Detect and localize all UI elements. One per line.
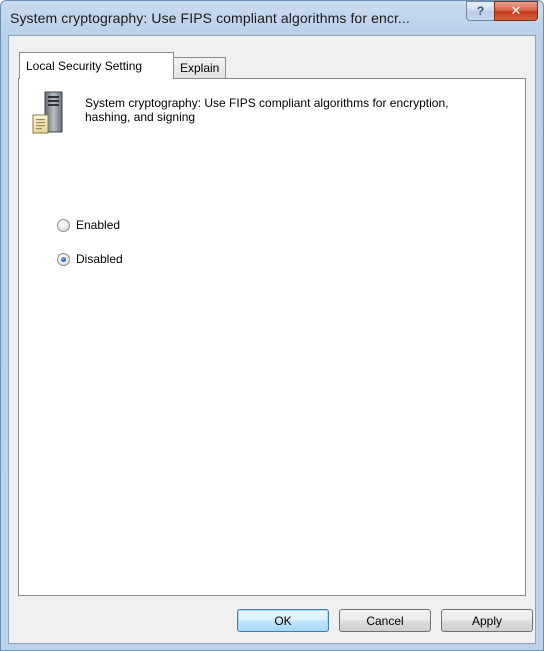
disabled-option[interactable]: Disabled <box>57 252 123 266</box>
title-buttons: ? ✕ <box>466 1 538 21</box>
enabled-radio[interactable] <box>57 218 70 232</box>
cancel-button[interactable]: Cancel <box>339 609 431 632</box>
help-button[interactable]: ? <box>466 1 494 21</box>
tab-local-security-setting[interactable]: Local Security Setting <box>19 52 174 79</box>
disabled-radio[interactable] <box>57 252 70 266</box>
close-button[interactable]: ✕ <box>494 1 538 21</box>
window-title: System cryptography: Use FIPS compliant … <box>10 10 410 26</box>
tab-explain[interactable]: Explain <box>174 57 226 78</box>
help-icon: ? <box>476 4 485 18</box>
ok-button[interactable]: OK <box>237 609 329 632</box>
dialog-client-area: Local Security Setting Explain System cr… <box>8 35 536 644</box>
enabled-option[interactable]: Enabled <box>57 218 120 232</box>
server-icon <box>32 91 63 134</box>
apply-button[interactable]: Apply <box>441 609 533 632</box>
button-bar: OK Cancel Apply <box>9 606 535 634</box>
setting-title: System cryptography: Use FIPS compliant … <box>85 96 449 124</box>
title-bar[interactable]: System cryptography: Use FIPS compliant … <box>1 1 543 35</box>
tab-panel: System cryptography: Use FIPS compliant … <box>18 78 526 596</box>
enabled-label: Enabled <box>76 218 121 232</box>
close-icon: ✕ <box>510 3 522 18</box>
disabled-label: Disabled <box>76 252 123 266</box>
dialog-window: System cryptography: Use FIPS compliant … <box>0 0 544 651</box>
